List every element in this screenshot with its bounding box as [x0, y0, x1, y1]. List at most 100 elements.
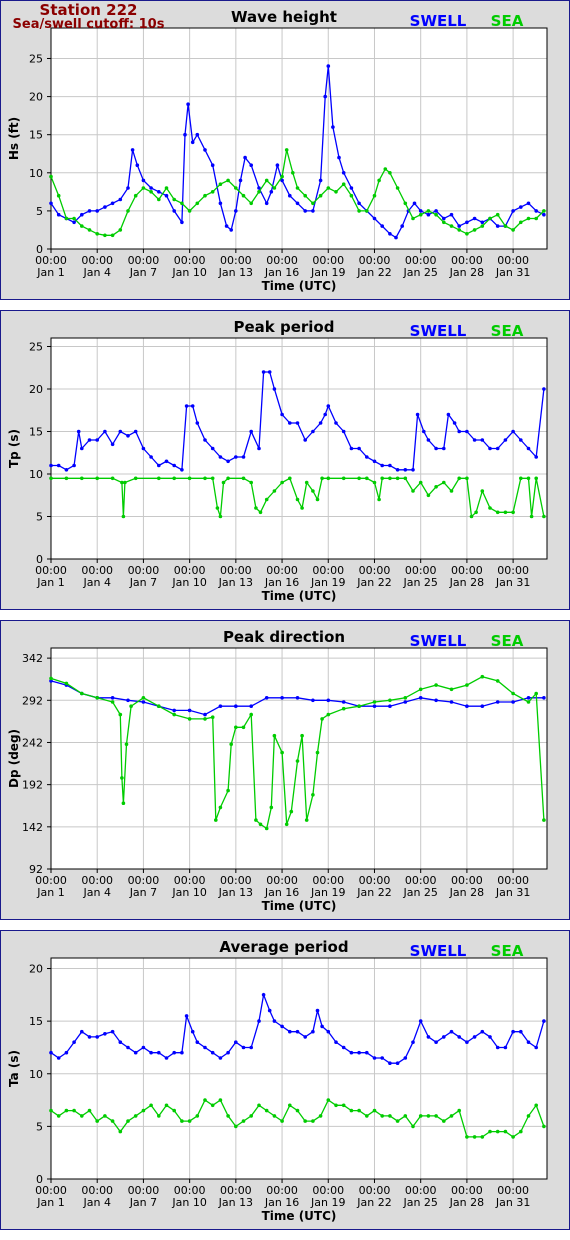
sea-point	[519, 220, 523, 225]
sea-point	[320, 476, 324, 481]
sea-point	[126, 209, 130, 213]
sea-point	[511, 228, 515, 232]
swell-point	[511, 1029, 515, 1034]
sea-point	[341, 476, 346, 481]
sea-point	[124, 742, 129, 746]
sea-point	[272, 733, 277, 738]
average-period-panel: 0 5 10 15 20 00:00 Jan 1 00:00 Jan 4 00:00 Jan 7 00…	[0, 930, 570, 1230]
legend-sea: SEA	[491, 12, 524, 30]
sea-point	[295, 497, 300, 502]
y-tick-label: 15	[29, 1015, 43, 1028]
swell-point	[326, 698, 331, 703]
x-tick-date: Jan 16	[264, 266, 299, 279]
swell-point	[349, 446, 354, 451]
y-tick-label: 20	[29, 91, 43, 104]
swell-point	[241, 455, 246, 459]
swell-point	[80, 446, 84, 451]
swell-point	[118, 429, 123, 434]
sea-point	[349, 1108, 354, 1113]
swell-point	[519, 438, 523, 442]
swell-point	[488, 1035, 492, 1039]
sea-point	[411, 1124, 415, 1129]
swell-point	[422, 429, 426, 434]
sea-point	[388, 698, 392, 703]
swell-point	[249, 1045, 253, 1050]
sea-point	[187, 476, 192, 481]
sea-point	[534, 1103, 538, 1108]
x-tick-date: Jan 4	[82, 1196, 110, 1209]
sea-point	[264, 178, 269, 183]
swell-point	[395, 1061, 400, 1065]
swell-point	[365, 1050, 369, 1055]
sea-point	[326, 186, 331, 190]
swell-point	[149, 455, 153, 459]
swell-point	[184, 404, 189, 408]
swell-point	[210, 1050, 215, 1055]
swell-point	[190, 1029, 195, 1034]
sea-point	[72, 1108, 76, 1113]
peak-period-panel: 0 5 10 15 20 25 00:00 Jan 1 00:00 Jan 4 00:00 Jan 7…	[0, 310, 570, 610]
sea-point	[264, 497, 269, 502]
swell-point	[394, 235, 398, 240]
station-name: Station 222	[39, 1, 138, 19]
swell-point	[210, 163, 215, 167]
legend-swell: SWELL	[410, 632, 467, 650]
legend-sea: SEA	[491, 942, 524, 960]
swell-point	[311, 698, 315, 703]
sea-point	[449, 489, 454, 493]
sea-point	[295, 759, 300, 763]
x-axis-label: Time (UTC)	[262, 899, 337, 913]
sea-point	[288, 476, 292, 481]
sea-point	[241, 725, 246, 730]
sea-point	[357, 476, 361, 481]
sea-point	[149, 1103, 153, 1108]
sea-point	[149, 190, 153, 194]
swell-point	[403, 468, 408, 472]
sea-point	[280, 480, 284, 485]
swell-point	[418, 209, 423, 213]
sea-point	[365, 1114, 369, 1118]
swell-point	[542, 387, 546, 391]
sea-point	[80, 476, 84, 481]
y-tick-label: 292	[22, 694, 43, 707]
swell-point	[87, 438, 92, 442]
sea-point	[526, 1114, 531, 1118]
swell-point	[480, 220, 485, 225]
swell-point	[118, 197, 123, 202]
sea-point	[249, 1114, 253, 1118]
sea-point	[357, 704, 361, 708]
swell-point	[341, 700, 346, 704]
x-tick-date: Jan 25	[402, 886, 437, 899]
swell-point	[157, 463, 161, 468]
sea-point	[434, 485, 438, 489]
swell-point	[337, 155, 341, 160]
x-tick-date: Jan 31	[495, 266, 530, 279]
swell-point	[442, 216, 446, 221]
swell-point	[272, 1019, 277, 1023]
x-tick-date: Jan 7	[129, 266, 157, 279]
swell-point	[135, 163, 140, 167]
swell-point	[372, 459, 377, 464]
sea-point	[503, 224, 508, 228]
sea-point	[289, 809, 294, 814]
y-tick-label: 15	[29, 426, 43, 439]
station-header: Station 222 Sea/swell cutoff: 10s	[1, 1, 176, 32]
swell-point	[172, 708, 176, 713]
sea-point	[172, 197, 176, 202]
swell-point	[95, 1035, 99, 1039]
swell-point	[218, 1056, 223, 1060]
swell-point	[87, 209, 92, 213]
sea-point	[418, 1114, 423, 1118]
swell-point	[403, 700, 408, 704]
swell-point	[472, 438, 477, 442]
swell-point	[446, 412, 451, 417]
swell-point	[229, 228, 233, 232]
sea-point	[526, 476, 531, 481]
swell-point	[311, 209, 315, 213]
swell-point	[103, 1032, 107, 1036]
swell-point	[141, 446, 146, 451]
swell-point	[72, 1040, 76, 1044]
swell-point	[418, 696, 423, 700]
swell-point	[49, 463, 53, 468]
peak-period-chart: 051015202500:00Jan 100:00Jan 400:00Jan 7…	[7, 318, 548, 603]
